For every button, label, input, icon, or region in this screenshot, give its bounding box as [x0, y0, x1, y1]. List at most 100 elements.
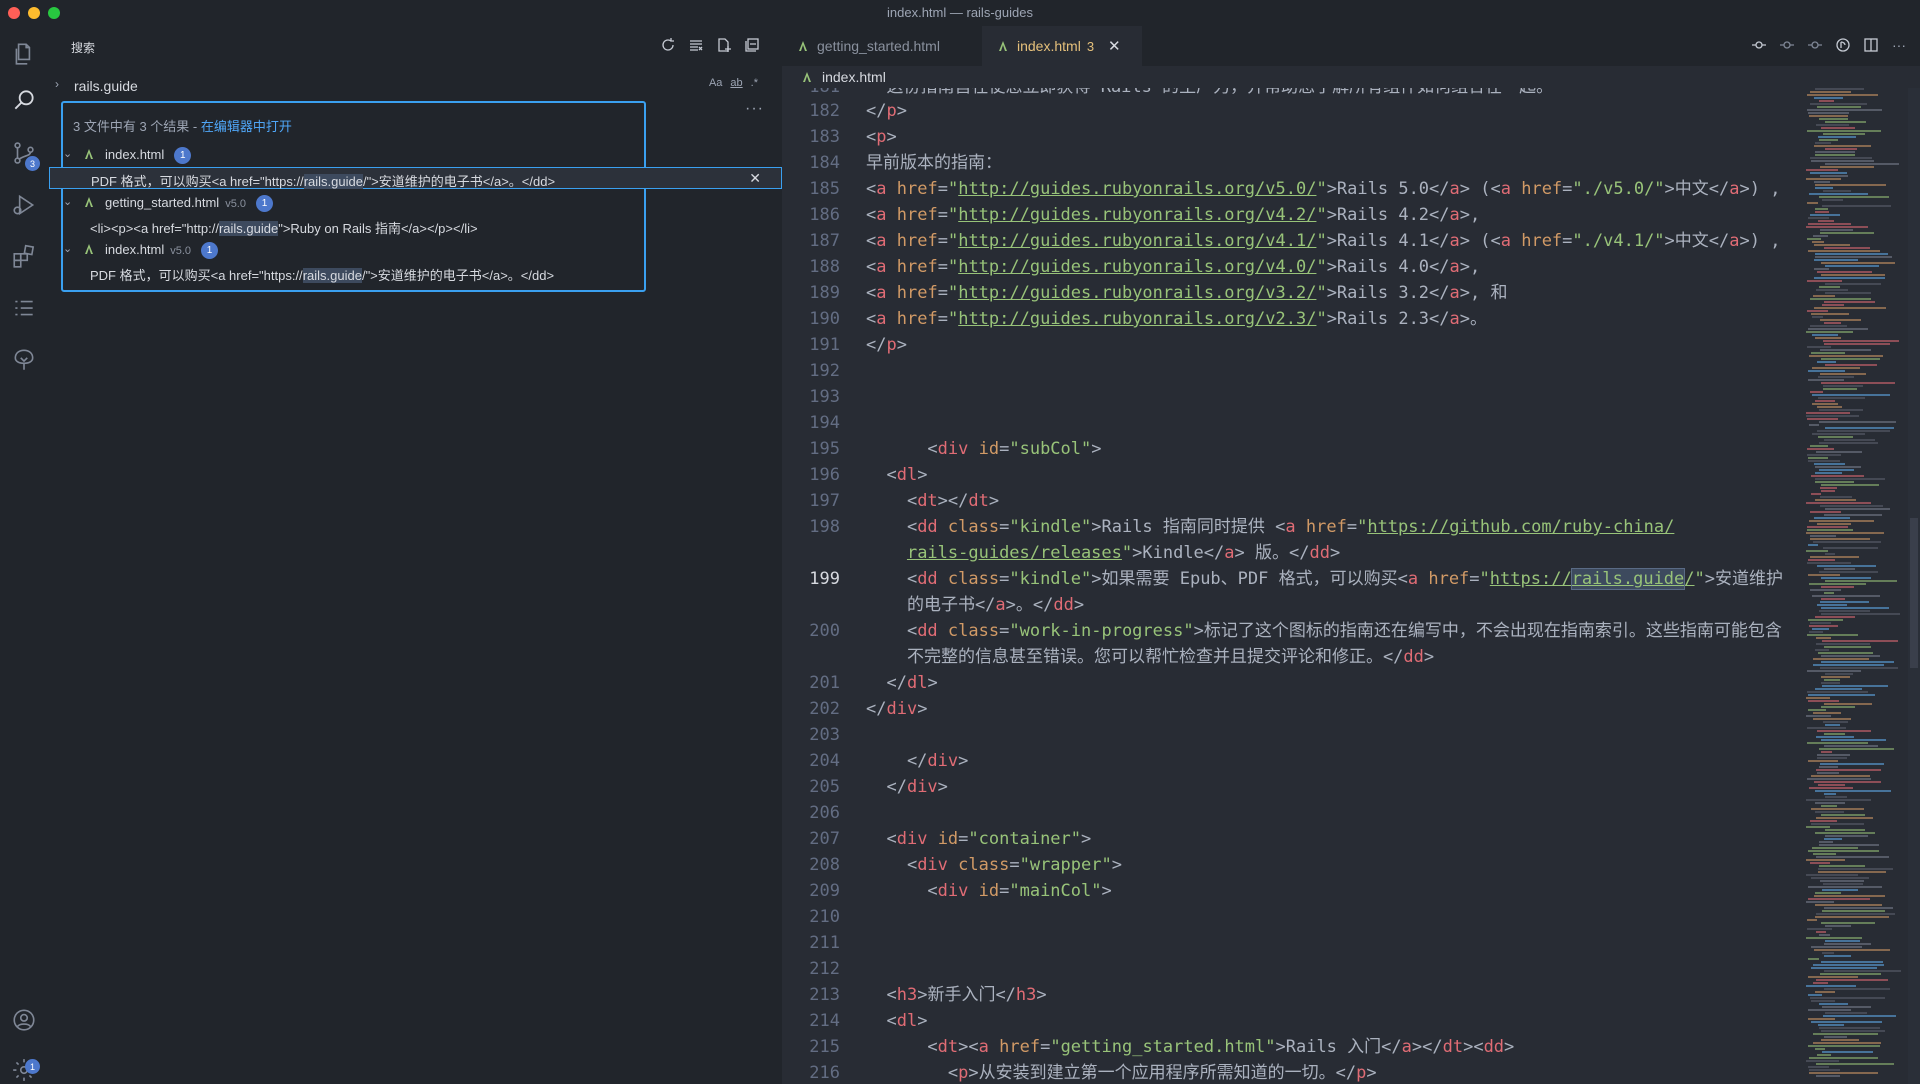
code-line: 214 <dl> — [809, 1011, 928, 1031]
minimap-line — [1821, 1030, 1885, 1032]
match-text-after: /">安道维护的电子书</a>。</dd> — [362, 174, 556, 189]
minimap-line — [1821, 274, 1885, 276]
extensions-icon[interactable] — [10, 242, 38, 270]
minimap-line — [1813, 712, 1841, 714]
minimap-line — [1810, 157, 1872, 159]
minimap-line — [1811, 493, 1821, 495]
minimap-line — [1814, 463, 1845, 465]
minimap-line — [1808, 217, 1829, 219]
vertical-scrollbar[interactable] — [1908, 88, 1920, 1084]
search-input[interactable] — [74, 74, 714, 98]
minimap-line — [1810, 556, 1859, 558]
minimap-line — [1808, 559, 1835, 561]
minimap-line — [1815, 802, 1845, 804]
split-editor-icon[interactable] — [1862, 36, 1880, 54]
minimap-line — [1811, 808, 1864, 810]
minimap-line — [1811, 877, 1869, 879]
minimap-line — [1815, 991, 1835, 993]
match-whole-word-toggle[interactable]: ab — [730, 77, 742, 89]
minimap-line — [1809, 787, 1853, 789]
tab-getting-started[interactable]: getting_started.html — [782, 26, 982, 66]
search-icon[interactable] — [10, 86, 38, 114]
result-file-row[interactable]: ⌄ getting_started.html v5.0 1 — [49, 192, 782, 214]
result-file-row[interactable]: ⌄ index.html v5.0 1 — [49, 239, 782, 261]
code-line: 211 — [809, 933, 840, 953]
tab-index[interactable]: index.html 3 ✕ — [982, 26, 1142, 66]
toggle-replace-chevron-icon[interactable]: › — [55, 77, 59, 91]
code-line: 213 <h3>新手入门</h3> — [809, 985, 1047, 1005]
chevron-down-icon[interactable]: ⌄ — [63, 242, 72, 255]
minimap-line — [1825, 553, 1835, 555]
minimap-line — [1816, 451, 1862, 453]
more-actions-icon[interactable]: ··· — [1890, 36, 1908, 54]
result-count-badge: 1 — [255, 195, 273, 213]
git-compare-icon[interactable] — [1750, 36, 1768, 54]
clear-results-icon[interactable] — [687, 36, 704, 53]
refresh-icon[interactable] — [659, 36, 676, 53]
result-match-row[interactable]: PDF 格式，可以购买<a href="https://rails.guide/… — [49, 167, 782, 189]
minimap-line — [1819, 1003, 1848, 1005]
minimap-line — [1821, 655, 1880, 657]
minimap-line — [1811, 946, 1862, 948]
minimap-line — [1814, 307, 1886, 309]
minimap-line — [1817, 271, 1872, 273]
minimap-line — [1812, 367, 1860, 369]
chevron-down-icon[interactable]: ⌄ — [63, 147, 72, 160]
minimap-line — [1813, 982, 1828, 984]
code-editor[interactable]: 181 这份指南旨在使您立即获得 Rails 的生产力，并帮助您了解所有组件如何… — [782, 88, 1804, 1084]
minimap-line — [1806, 178, 1841, 180]
breadcrumb-file[interactable]: index.html — [822, 69, 886, 85]
minimap-line — [1815, 400, 1835, 402]
minimap-line — [1817, 523, 1851, 525]
code-line: 185 <a href="http://guides.rubyonrails.or… — [809, 179, 1781, 199]
next-change-icon[interactable] — [1806, 36, 1824, 54]
minimap-line — [1815, 211, 1829, 213]
minimap[interactable] — [1804, 88, 1908, 1084]
close-tab-icon[interactable]: ✕ — [1108, 37, 1121, 55]
minimap-line — [1807, 310, 1828, 312]
collapse-all-icon[interactable] — [743, 36, 760, 53]
outline-icon[interactable] — [10, 294, 38, 322]
chevron-down-icon[interactable]: ⌄ — [63, 195, 72, 208]
remote-tree-icon[interactable] — [10, 346, 38, 374]
minimap-line — [1806, 1060, 1839, 1062]
minimap-line — [1808, 370, 1845, 372]
minimap-line — [1816, 856, 1889, 858]
minimap-line — [1823, 133, 1865, 135]
more-actions-icon[interactable]: ··· — [745, 100, 764, 118]
minimap-line — [1819, 139, 1838, 141]
result-file-row[interactable]: ⌄ index.html 1 — [49, 144, 782, 166]
minimap-line — [1814, 244, 1850, 246]
account-icon[interactable] — [10, 1006, 38, 1034]
result-match-row[interactable]: <li><p><a href="http://rails.guide">Ruby… — [49, 215, 782, 237]
code-line: 201 </dl> — [809, 673, 938, 693]
run-debug-icon[interactable] — [10, 191, 38, 219]
open-in-editor-link[interactable]: 在编辑器中打开 — [201, 119, 292, 134]
minimap-line — [1815, 187, 1833, 189]
open-changes-icon[interactable] — [1834, 36, 1852, 54]
use-regex-toggle[interactable]: .* — [751, 77, 758, 89]
match-text-after: /">安道维护的电子书</a>。</dd> — [361, 268, 555, 283]
code-line: 191 </p> — [809, 335, 907, 355]
previous-change-icon[interactable] — [1778, 36, 1796, 54]
scrollbar-thumb[interactable] — [1910, 518, 1918, 668]
code-line: 190 <a href="http://guides.rubyonrails.or… — [809, 309, 1488, 329]
minimap-line — [1815, 466, 1861, 468]
minimap-line — [1810, 172, 1847, 174]
minimap-line — [1821, 961, 1883, 963]
minimap-line — [1823, 340, 1899, 342]
explorer-icon[interactable] — [10, 40, 38, 68]
minimap-line — [1815, 184, 1886, 186]
minimap-line — [1810, 325, 1847, 327]
window-title: index.html — rails-guides — [887, 5, 1033, 20]
new-search-editor-icon[interactable] — [715, 36, 732, 53]
minimap-line — [1806, 799, 1871, 801]
result-match-row[interactable]: PDF 格式，可以购买<a href="https://rails.guide/… — [49, 262, 782, 284]
match-case-toggle[interactable]: Aa — [709, 77, 722, 89]
dismiss-match-icon[interactable]: ✕ — [749, 170, 761, 187]
minimap-line — [1820, 319, 1861, 321]
minimap-line — [1808, 694, 1875, 696]
minimap-line — [1824, 322, 1841, 324]
minimap-line — [1825, 283, 1881, 285]
minimap-line — [1810, 391, 1823, 393]
